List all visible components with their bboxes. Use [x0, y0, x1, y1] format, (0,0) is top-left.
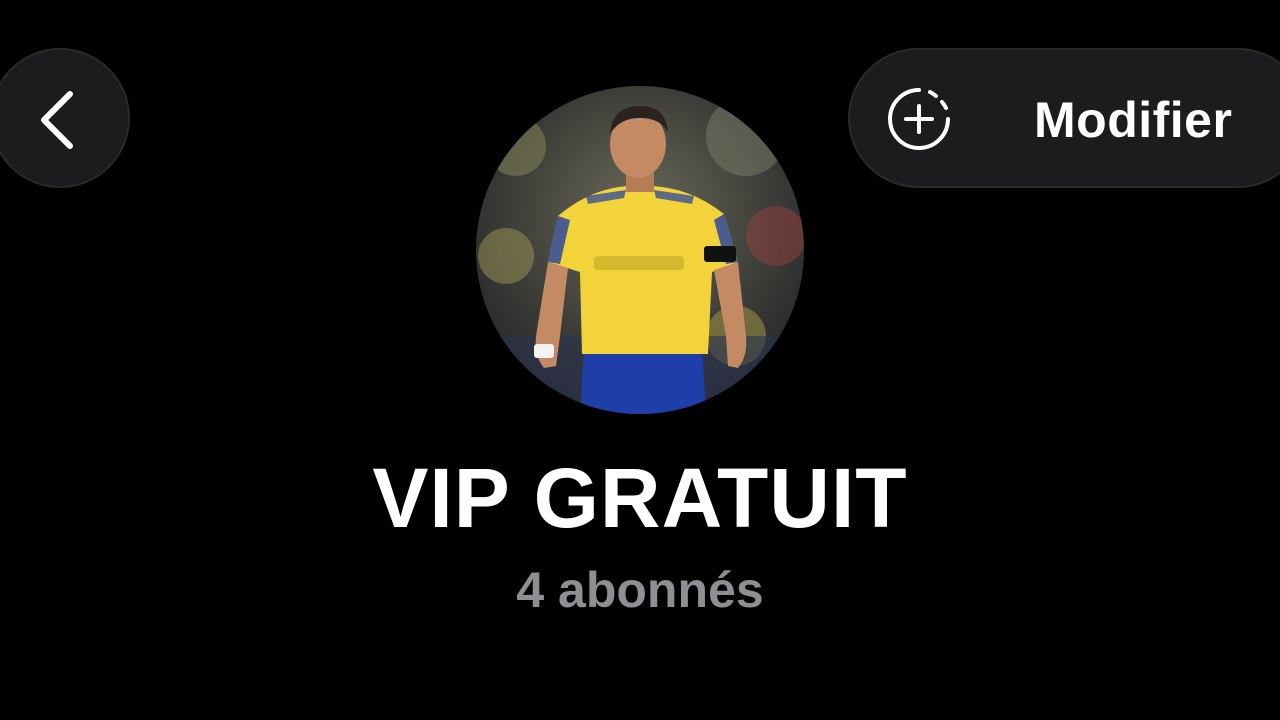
profile-photo: [476, 86, 804, 414]
avatar[interactable]: [476, 86, 804, 414]
edit-button[interactable]: Modifier: [848, 48, 1280, 188]
back-button[interactable]: [0, 48, 130, 188]
chevron-left-icon: [41, 91, 73, 149]
channel-profile-screen: Modifier VIP GRATUIT 4 abonnés: [0, 0, 1280, 720]
edit-button-label: Modifier: [1034, 92, 1233, 148]
subscriber-count: 4 abonnés: [516, 562, 764, 618]
channel-title: VIP GRATUIT: [372, 451, 908, 545]
add-story-icon: [888, 88, 950, 150]
